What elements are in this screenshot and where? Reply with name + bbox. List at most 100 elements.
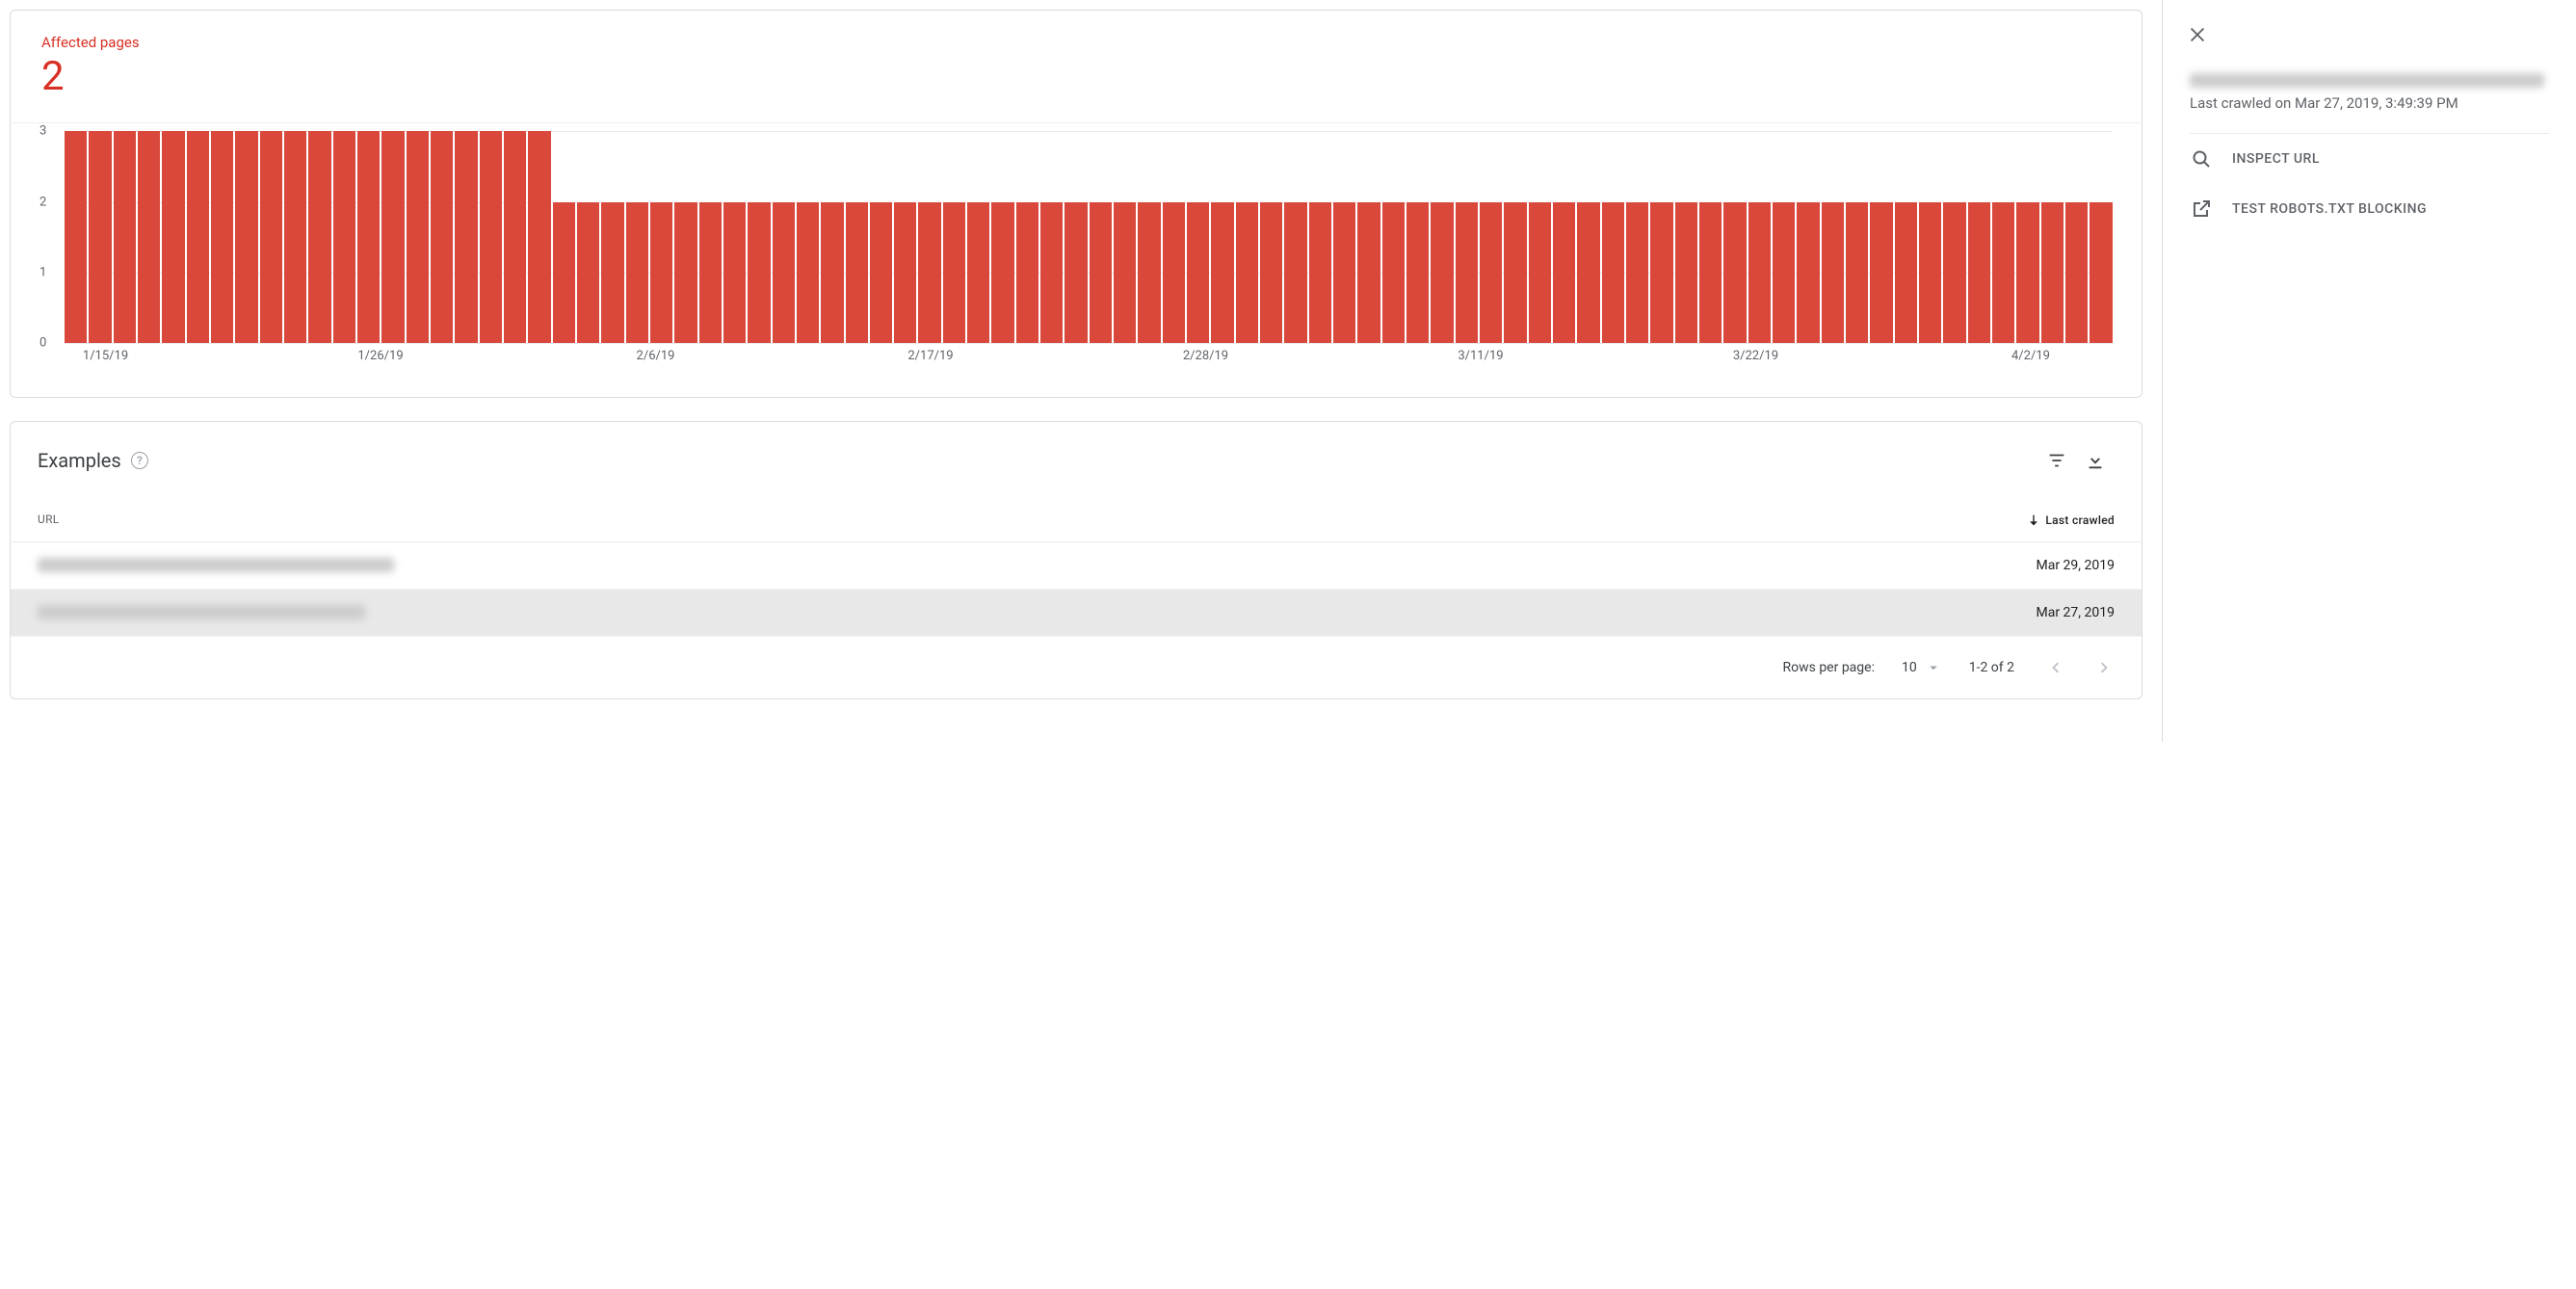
examples-card: Examples ? URL Last craw <box>10 421 2142 699</box>
chart-bar <box>1406 202 1429 344</box>
chart-bar <box>1943 202 1965 344</box>
inspect-url-action[interactable]: INSPECT URL <box>2190 134 2549 184</box>
chart-bar <box>357 131 380 343</box>
pagination-range: 1-2 of 2 <box>1969 660 2014 675</box>
chart-bar <box>1919 202 1941 344</box>
chart-xtick: 4/2/19 <box>2011 349 2050 363</box>
chart-bar <box>601 202 623 344</box>
chart-bar <box>1675 202 1697 344</box>
chart-xtick: 3/22/19 <box>1733 349 1778 363</box>
chart-bar <box>1723 202 1746 344</box>
chart-bar <box>1773 202 1795 344</box>
table-cell-last-crawled: Mar 27, 2019 <box>2037 605 2116 620</box>
chart-bar <box>1650 202 1672 344</box>
chart-bar <box>1553 202 1575 344</box>
chart-bar <box>1382 202 1405 344</box>
affected-pages-label: Affected pages <box>41 34 2111 51</box>
help-icon[interactable]: ? <box>131 452 148 469</box>
chart-bar <box>650 202 672 344</box>
chart-bar <box>504 131 526 343</box>
chart-bar <box>1065 202 1087 344</box>
chart-xtick: 2/28/19 <box>1183 349 1228 363</box>
download-button[interactable] <box>2076 441 2115 480</box>
column-url: URL <box>38 513 2026 528</box>
chart-bar <box>1016 202 1038 344</box>
chart-bar <box>773 202 795 344</box>
table-cell-url: redacted <box>38 558 2037 573</box>
chart-ytick: 0 <box>39 336 46 351</box>
chart-ytick: 2 <box>39 195 46 209</box>
chart-bar <box>1748 202 1771 344</box>
chart-bar <box>162 131 184 343</box>
close-panel-button[interactable] <box>2178 15 2217 54</box>
chart-bar <box>2065 202 2088 344</box>
chart-bar <box>1187 202 1209 344</box>
pagination-prev[interactable] <box>2037 650 2072 685</box>
rows-per-page-label: Rows per page: <box>1782 660 1874 675</box>
rows-per-page-select[interactable]: 10 <box>1898 655 1946 680</box>
chart-bar <box>797 202 819 344</box>
chart-bar <box>1797 202 1819 344</box>
table-row[interactable]: redactedMar 27, 2019 <box>11 590 2142 637</box>
chart-bar <box>407 131 429 343</box>
column-last-crawled-sort[interactable]: Last crawled <box>2026 513 2115 528</box>
chart-bar <box>1846 202 1868 344</box>
column-last-crawled-label: Last crawled <box>2045 513 2115 527</box>
chart-bar <box>870 202 892 344</box>
chart-bar <box>1577 202 1599 344</box>
chart-bar <box>1040 202 1063 344</box>
examples-title: Examples <box>38 449 121 472</box>
chart-bar <box>114 131 136 343</box>
filter-button[interactable] <box>2037 441 2076 480</box>
chart-bar <box>1090 202 1112 344</box>
search-icon <box>2190 147 2213 171</box>
affected-pages-card: Affected pages 2 0123 1/15/191/26/192/6/… <box>10 10 2142 398</box>
url-detail-panel: hidden url text placeholder content here… <box>2162 0 2576 742</box>
close-icon <box>2187 24 2208 45</box>
chart-bar <box>553 202 575 344</box>
table-cell-url: redacted <box>38 605 2037 620</box>
chart-bar <box>1284 202 1306 344</box>
table-row[interactable]: redactedMar 29, 2019 <box>11 542 2142 590</box>
sort-desc-icon <box>2026 513 2041 528</box>
chart-bar <box>1456 202 1478 344</box>
chart-bar <box>1211 202 1233 344</box>
test-robots-label: TEST ROBOTS.TXT BLOCKING <box>2232 201 2427 217</box>
chart-bar <box>308 131 330 343</box>
chart-bar <box>846 202 868 344</box>
rows-per-page-value: 10 <box>1902 660 1917 675</box>
chart-bar <box>235 131 257 343</box>
chart-bar <box>748 202 770 344</box>
chart-xtick: 1/26/19 <box>357 349 403 363</box>
chart-bar <box>1822 202 1844 344</box>
chart-bar <box>211 131 233 343</box>
chart-bar <box>333 131 355 343</box>
chart-bar <box>89 131 111 343</box>
pagination-next[interactable] <box>2088 650 2122 685</box>
chevron-right-icon <box>2094 657 2116 678</box>
chart-bar <box>1895 202 1917 344</box>
detail-last-crawled: Last crawled on Mar 27, 2019, 3:49:39 PM <box>2190 94 2549 134</box>
table-cell-last-crawled: Mar 29, 2019 <box>2037 558 2116 573</box>
chart-xtick: 3/11/19 <box>1458 349 1503 363</box>
test-robots-action[interactable]: TEST ROBOTS.TXT BLOCKING <box>2190 184 2549 234</box>
chart-bar <box>1260 202 1282 344</box>
chart-bar <box>967 202 989 344</box>
chart-bar <box>1163 202 1185 344</box>
chart-bar <box>1968 202 1990 344</box>
chart-bar <box>187 131 209 343</box>
chart-bar <box>577 202 599 344</box>
chart-bar <box>2016 202 2038 344</box>
chart-bar <box>431 131 453 343</box>
chart-bar <box>1992 202 2014 344</box>
chart-bar <box>1138 202 1160 344</box>
chart-bar <box>1602 202 1624 344</box>
chart-bar <box>943 202 965 344</box>
download-icon <box>2085 450 2106 471</box>
chart-bar <box>723 202 746 344</box>
chart-bar <box>699 202 722 344</box>
chart-ytick: 1 <box>39 265 46 279</box>
chart-bar <box>284 131 306 343</box>
affected-pages-value: 2 <box>41 55 2111 99</box>
chart-bar <box>1480 202 1502 344</box>
